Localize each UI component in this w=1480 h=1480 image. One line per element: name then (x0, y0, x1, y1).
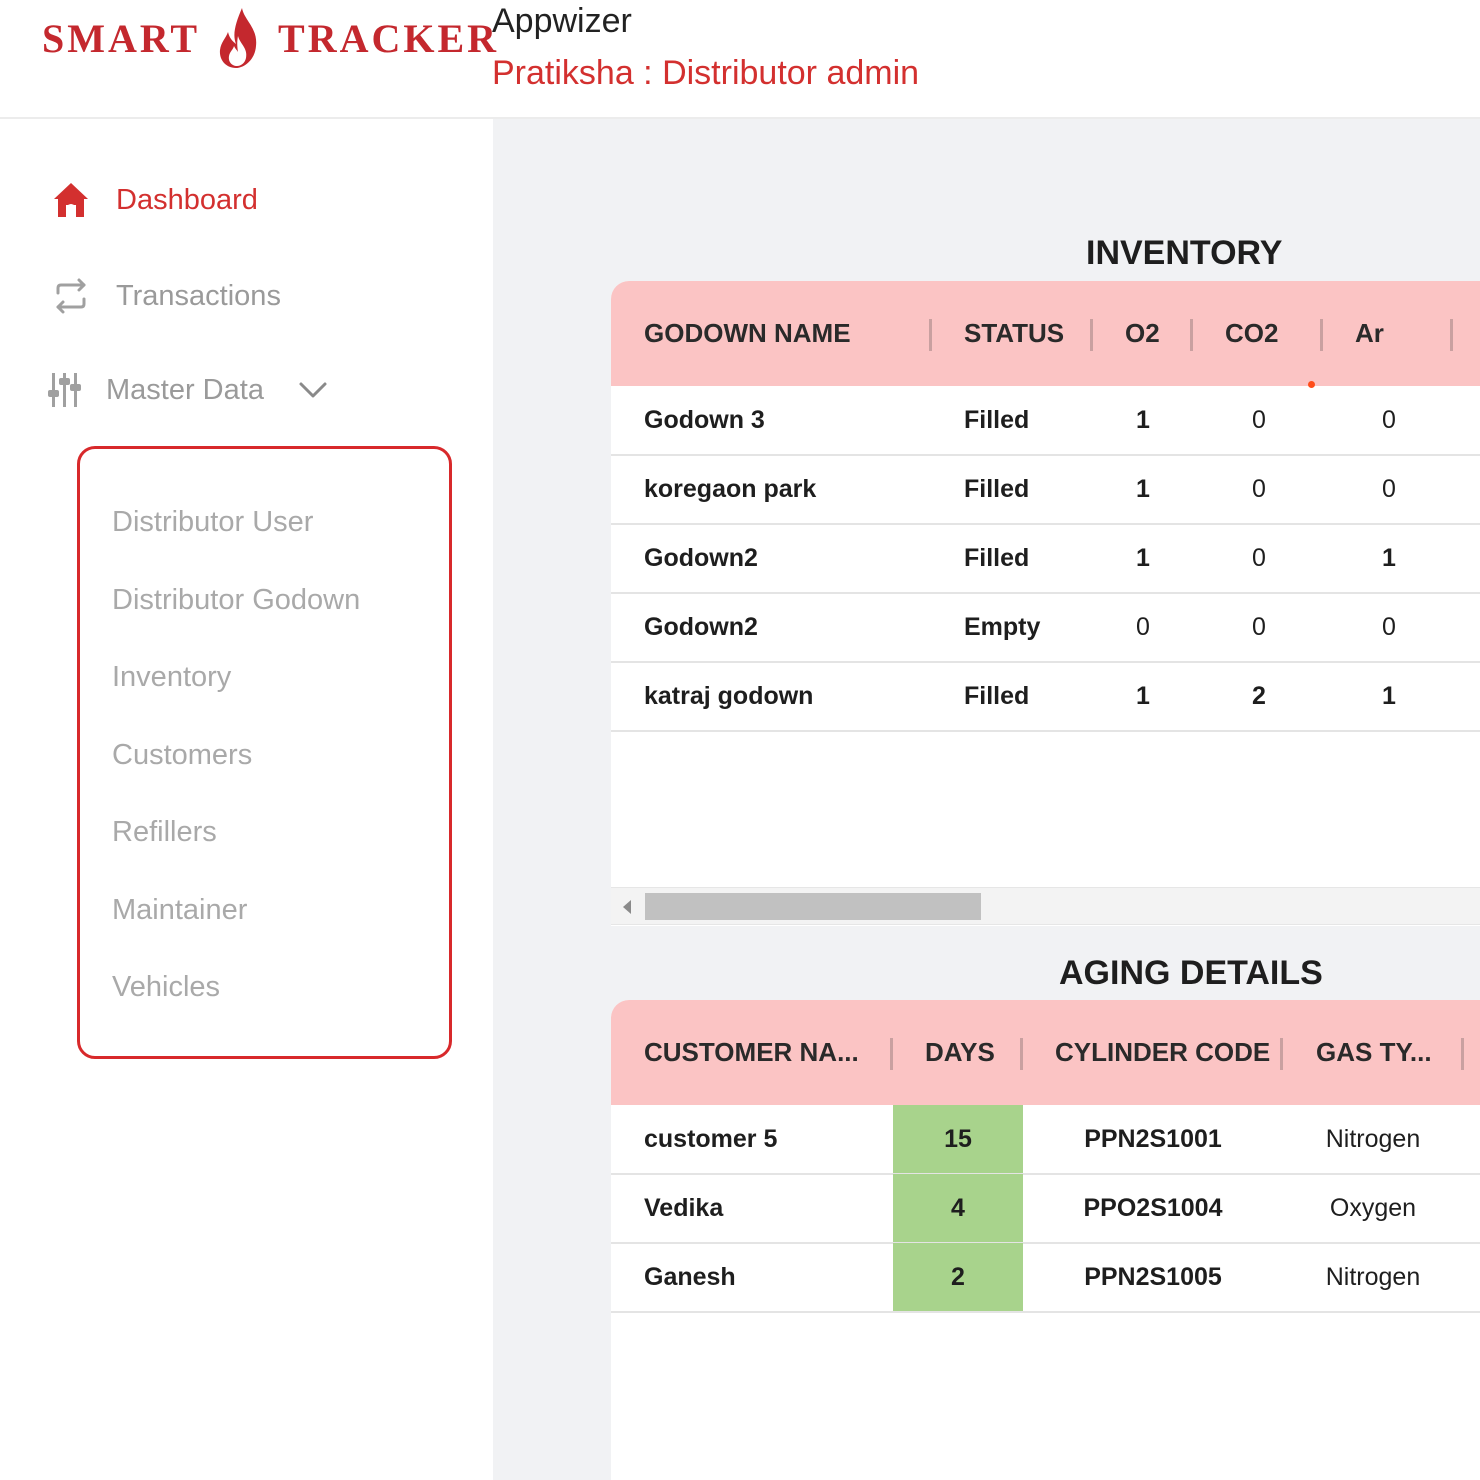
column-header-godown-name[interactable]: GODOWN NAME (644, 281, 851, 386)
cell-co2: 0 (1252, 405, 1266, 434)
cell-ar: 0 (1382, 612, 1396, 641)
submenu-item-vehicles[interactable]: Vehicles (112, 971, 220, 1004)
cell-gas-type: Nitrogen (1325, 1262, 1421, 1291)
cell-customer-name: customer 5 (644, 1124, 778, 1153)
cell-status: Filled (964, 681, 1030, 710)
logo-text-right: TRACKER (278, 15, 500, 61)
column-separator[interactable] (1190, 319, 1193, 351)
home-icon (50, 179, 92, 221)
app-name: Appwizer (492, 2, 632, 40)
cell-status: Filled (964, 405, 1030, 434)
cell-cylinder-code: PPN2S1001 (1084, 1124, 1222, 1153)
app-header: SMART TRACKER Appwizer Pratiksha : Distr… (0, 0, 1480, 119)
column-separator[interactable] (1090, 319, 1093, 351)
smart-tracker-logo[interactable]: SMART TRACKER (42, 8, 499, 68)
inventory-title: INVENTORY (1086, 234, 1283, 272)
cell-customer-name: Vedika (644, 1193, 724, 1222)
main-content: INVENTORY GODOWN NAME STATUS O2 CO2 Ar G… (493, 119, 1480, 1480)
scroll-left-arrow-icon[interactable] (623, 900, 631, 914)
cell-status: Filled (964, 543, 1030, 572)
sidebar-item-label: Transactions (116, 279, 281, 312)
cell-days: 4 (893, 1174, 1023, 1242)
submenu-item-inventory[interactable]: Inventory (112, 661, 231, 694)
cell-co2: 2 (1252, 681, 1266, 710)
submenu-item-customers[interactable]: Customers (112, 739, 252, 772)
cell-o2: 1 (1136, 474, 1150, 503)
cell-ar: 0 (1382, 474, 1396, 503)
column-header-days[interactable]: DAYS (925, 1000, 995, 1105)
horizontal-scrollbar[interactable] (611, 887, 1480, 925)
cell-cylinder-code: PPO2S1004 (1083, 1193, 1223, 1222)
transactions-icon (50, 275, 92, 317)
inventory-table-header: GODOWN NAME STATUS O2 CO2 Ar (611, 281, 1480, 386)
sidebar-item-master-data[interactable]: Master Data (44, 369, 330, 411)
cell-ar: 1 (1382, 543, 1396, 572)
scroll-thumb[interactable] (645, 893, 981, 920)
column-separator[interactable] (1320, 319, 1323, 351)
cell-godown-name: koregaon park (644, 474, 817, 503)
column-separator[interactable] (929, 319, 932, 351)
column-header-status[interactable]: STATUS (964, 281, 1064, 386)
cell-ar: 0 (1382, 405, 1396, 434)
cell-co2: 0 (1252, 474, 1266, 503)
table-row[interactable]: Ganesh 2 PPN2S1005 Nitrogen (611, 1243, 1480, 1313)
sidebar-item-dashboard[interactable]: Dashboard (50, 179, 258, 221)
column-separator[interactable] (890, 1038, 893, 1070)
table-row[interactable]: Godown2 Empty 0 0 0 (611, 593, 1480, 663)
submenu-item-distributor-user[interactable]: Distributor User (112, 506, 313, 539)
cell-ar: 1 (1382, 681, 1396, 710)
column-header-ar[interactable]: Ar (1355, 281, 1384, 386)
sidebar-item-transactions[interactable]: Transactions (50, 275, 281, 317)
cell-days: 15 (893, 1105, 1023, 1173)
column-header-customer-name[interactable]: CUSTOMER NA... (644, 1000, 859, 1105)
user-role-label: Pratiksha : Distributor admin (492, 54, 920, 92)
cell-godown-name: Godown2 (644, 543, 758, 572)
cell-gas-type: Nitrogen (1325, 1124, 1421, 1153)
cell-o2: 1 (1136, 405, 1150, 434)
column-separator[interactable] (1461, 1038, 1464, 1070)
column-header-o2[interactable]: O2 (1125, 281, 1160, 386)
column-header-cylinder-code[interactable]: CYLINDER CODE (1055, 1000, 1270, 1105)
submenu-item-maintainer[interactable]: Maintainer (112, 894, 247, 927)
chevron-down-icon[interactable] (296, 373, 330, 407)
master-data-submenu: Distributor User Distributor Godown Inve… (77, 446, 452, 1059)
table-row[interactable]: Godown2 Filled 1 0 1 (611, 524, 1480, 594)
logo-text-left: SMART (42, 15, 201, 61)
cell-status: Empty (964, 612, 1041, 641)
cell-godown-name: katraj godown (644, 681, 814, 710)
inventory-table: GODOWN NAME STATUS O2 CO2 Ar Godown 3 Fi… (611, 281, 1480, 926)
cell-o2: 1 (1136, 543, 1150, 572)
sidebar: Dashboard Transactions Master Data Distr… (0, 119, 493, 1480)
flame-icon (219, 8, 257, 68)
column-separator[interactable] (1450, 319, 1453, 351)
cell-gas-type: Oxygen (1329, 1193, 1417, 1222)
column-separator[interactable] (1280, 1038, 1283, 1070)
table-row[interactable]: Godown 3 Filled 1 0 0 (611, 386, 1480, 456)
table-row[interactable]: Vedika 4 PPO2S1004 Oxygen (611, 1174, 1480, 1244)
submenu-item-distributor-godown[interactable]: Distributor Godown (112, 584, 360, 617)
cell-o2: 0 (1136, 612, 1150, 641)
sidebar-item-label: Dashboard (116, 183, 258, 216)
table-row[interactable]: koregaon park Filled 1 0 0 (611, 455, 1480, 525)
cell-godown-name: Godown 3 (644, 405, 765, 434)
cell-customer-name: Ganesh (644, 1262, 736, 1291)
cell-godown-name: Godown2 (644, 612, 758, 641)
aging-details-table: CUSTOMER NA... DAYS CYLINDER CODE GAS TY… (611, 1000, 1480, 1480)
aging-details-title: AGING DETAILS (1059, 954, 1323, 992)
table-row[interactable]: katraj godown Filled 1 2 1 (611, 662, 1480, 732)
column-header-gas-type[interactable]: GAS TY... (1316, 1000, 1432, 1105)
cell-co2: 0 (1252, 543, 1266, 572)
table-row[interactable]: customer 5 15 PPN2S1001 Nitrogen (611, 1105, 1480, 1175)
submenu-item-refillers[interactable]: Refillers (112, 816, 217, 849)
cell-days: 2 (893, 1243, 1023, 1311)
aging-table-header: CUSTOMER NA... DAYS CYLINDER CODE GAS TY… (611, 1000, 1480, 1105)
sliders-icon (44, 369, 86, 411)
column-separator[interactable] (1020, 1038, 1023, 1070)
cell-o2: 1 (1136, 681, 1150, 710)
cell-status: Filled (964, 474, 1030, 503)
cell-co2: 0 (1252, 612, 1266, 641)
column-header-co2[interactable]: CO2 (1225, 281, 1278, 386)
cell-cylinder-code: PPN2S1005 (1084, 1262, 1222, 1291)
sidebar-item-label: Master Data (106, 373, 264, 406)
